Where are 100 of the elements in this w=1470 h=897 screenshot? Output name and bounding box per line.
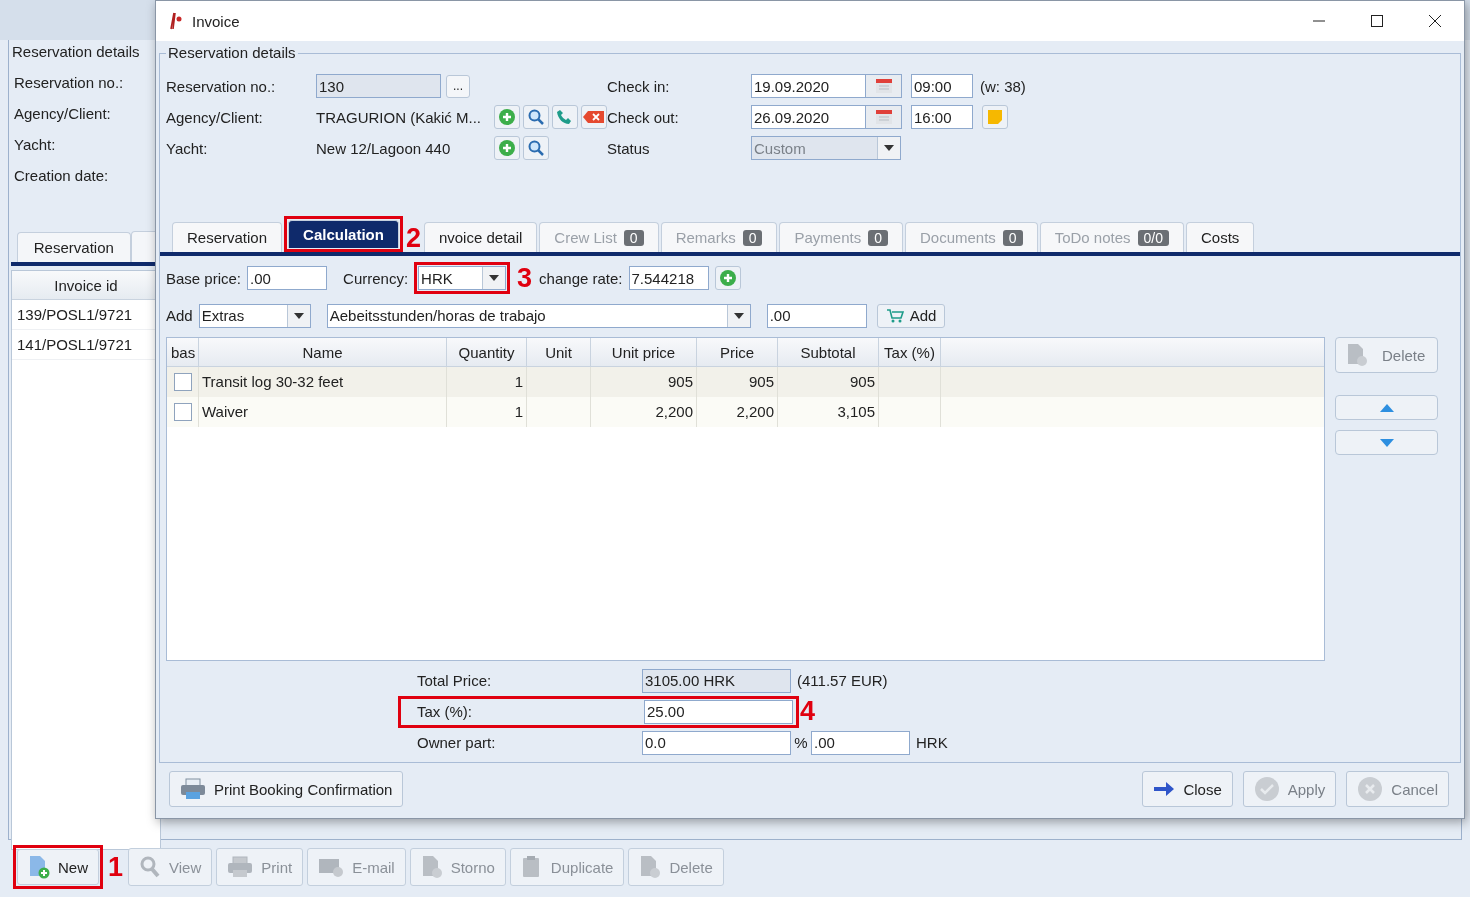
column-header[interactable]: Name — [199, 338, 447, 366]
table-cell: 1 — [447, 397, 527, 427]
icon-button[interactable] — [494, 105, 520, 129]
field-label: Status — [607, 139, 651, 157]
column-header[interactable]: Price — [697, 338, 778, 366]
add-button[interactable]: Add — [876, 303, 946, 328]
column-header[interactable]: Subtotal — [778, 338, 879, 366]
logo-icon — [168, 12, 184, 30]
column-header[interactable]: bas — [167, 338, 199, 366]
phone-icon — [556, 108, 574, 126]
plus-icon — [498, 139, 516, 157]
magnifier-icon — [139, 855, 162, 879]
dialog-button[interactable]: Close — [1142, 771, 1233, 807]
toolbar-button[interactable]: New — [17, 849, 99, 885]
icon-button[interactable] — [552, 105, 578, 129]
field-label: Agency/Client: — [14, 105, 112, 124]
column-header[interactable]: Tax (%) — [879, 338, 941, 366]
icon-button[interactable] — [494, 136, 520, 160]
week-number: (w: 38) — [980, 77, 1026, 95]
total-price-field[interactable]: 3105.00 HRK — [642, 668, 791, 693]
note-button[interactable] — [982, 105, 1008, 129]
arrow-right-icon — [1153, 780, 1176, 798]
field-label: Add — [166, 307, 193, 324]
envelope-icon — [318, 856, 345, 878]
icon-button[interactable] — [581, 105, 607, 129]
print-button[interactable]: Print Booking Confirmation — [169, 771, 404, 807]
field-label: Owner part: — [417, 734, 497, 751]
currency-dropdown[interactable]: HRK — [418, 266, 507, 290]
count-badge: 0 — [623, 229, 644, 246]
add-button[interactable] — [714, 266, 741, 290]
search-icon — [527, 108, 545, 126]
close-icon — [1428, 14, 1442, 28]
column-header[interactable]: Unit — [527, 338, 591, 366]
caret-icon — [489, 275, 500, 281]
date-field[interactable]: 26.09.2020 — [751, 105, 866, 129]
document-icon — [420, 855, 443, 879]
field-label: Agency/Client: — [165, 108, 264, 126]
tab[interactable]: Calculation — [288, 220, 399, 248]
document-icon — [1346, 343, 1368, 367]
callout-number: 3 — [517, 264, 533, 292]
move-down-button[interactable] — [1335, 430, 1438, 455]
tab[interactable]: Reservation — [172, 222, 283, 252]
field-label: change rate: — [539, 269, 623, 287]
amount-field[interactable]: .00 — [766, 303, 867, 328]
table-cell: 2,200 — [697, 397, 778, 427]
callout-number: 1 — [108, 853, 124, 881]
calendar-button[interactable] — [866, 74, 902, 98]
column-header[interactable]: Unit price — [591, 338, 697, 366]
tax-field[interactable]: 25.00 — [644, 699, 793, 724]
field-label: Base price: — [166, 269, 242, 287]
table-cell: 3,105 — [778, 397, 879, 427]
sticky-note-icon — [987, 109, 1003, 125]
eraser-icon — [583, 110, 605, 124]
owner-amount-field[interactable]: .00 — [811, 730, 910, 755]
caret-icon — [733, 312, 744, 319]
column-header[interactable]: Quantity — [447, 338, 527, 366]
field-label: Tax (%): — [417, 703, 473, 720]
total-in-eur: (411.57 EUR) — [797, 672, 888, 689]
icon-button[interactable] — [523, 105, 549, 129]
currency-label: HRK — [916, 734, 948, 751]
table-cell: 2,200 — [591, 397, 697, 427]
icon-button[interactable] — [523, 136, 549, 160]
calendar-icon — [874, 78, 893, 94]
count-badge: 0 — [868, 229, 888, 246]
owner-percent-field[interactable]: 0.0 — [642, 730, 791, 755]
window-title: Invoice — [192, 12, 240, 30]
time-field[interactable]: 16:00 — [911, 105, 973, 129]
down-arrow-icon — [1379, 438, 1394, 447]
callout-number: 4 — [800, 698, 816, 725]
maximize-icon — [1370, 14, 1384, 28]
tab[interactable]: Costs — [1186, 222, 1255, 252]
tab[interactable]: nvoice detail — [423, 222, 538, 252]
field-label: Creation date: — [14, 167, 110, 186]
search-icon — [527, 139, 545, 157]
time-field[interactable]: 09:00 — [911, 74, 973, 98]
checkbox[interactable] — [173, 373, 192, 391]
callout-number: 2 — [405, 225, 421, 252]
count-badge: 0 — [742, 229, 763, 246]
cart-icon — [885, 307, 904, 324]
exchange-rate-field[interactable]: 7.544218 — [628, 266, 709, 290]
reservation-number-field[interactable]: 130 — [316, 74, 441, 98]
table-cell: Waiver — [199, 397, 447, 427]
field-label: Check in: — [607, 77, 671, 95]
count-badge: 0/0 — [1137, 229, 1169, 246]
plus-icon — [498, 108, 516, 126]
base-price-field[interactable]: .00 — [247, 266, 328, 290]
caret-icon — [884, 145, 894, 151]
checkbox[interactable] — [173, 403, 192, 421]
browse-button[interactable]: ... — [446, 74, 470, 98]
move-up-button[interactable] — [1335, 395, 1438, 420]
field-label: Yacht: — [165, 139, 209, 157]
item-dropdown[interactable]: Aebeitsstunden/horas de trabajo — [326, 303, 751, 328]
tab[interactable]: Reservation — [17, 232, 131, 262]
date-field[interactable]: 19.09.2020 — [751, 74, 866, 98]
category-dropdown[interactable]: Extras — [198, 303, 311, 328]
calendar-icon — [874, 109, 893, 125]
calendar-button[interactable] — [866, 105, 902, 129]
new-document-icon — [28, 855, 50, 879]
section-title: Reservation details — [166, 44, 298, 61]
field-label: Yacht: — [14, 136, 57, 155]
